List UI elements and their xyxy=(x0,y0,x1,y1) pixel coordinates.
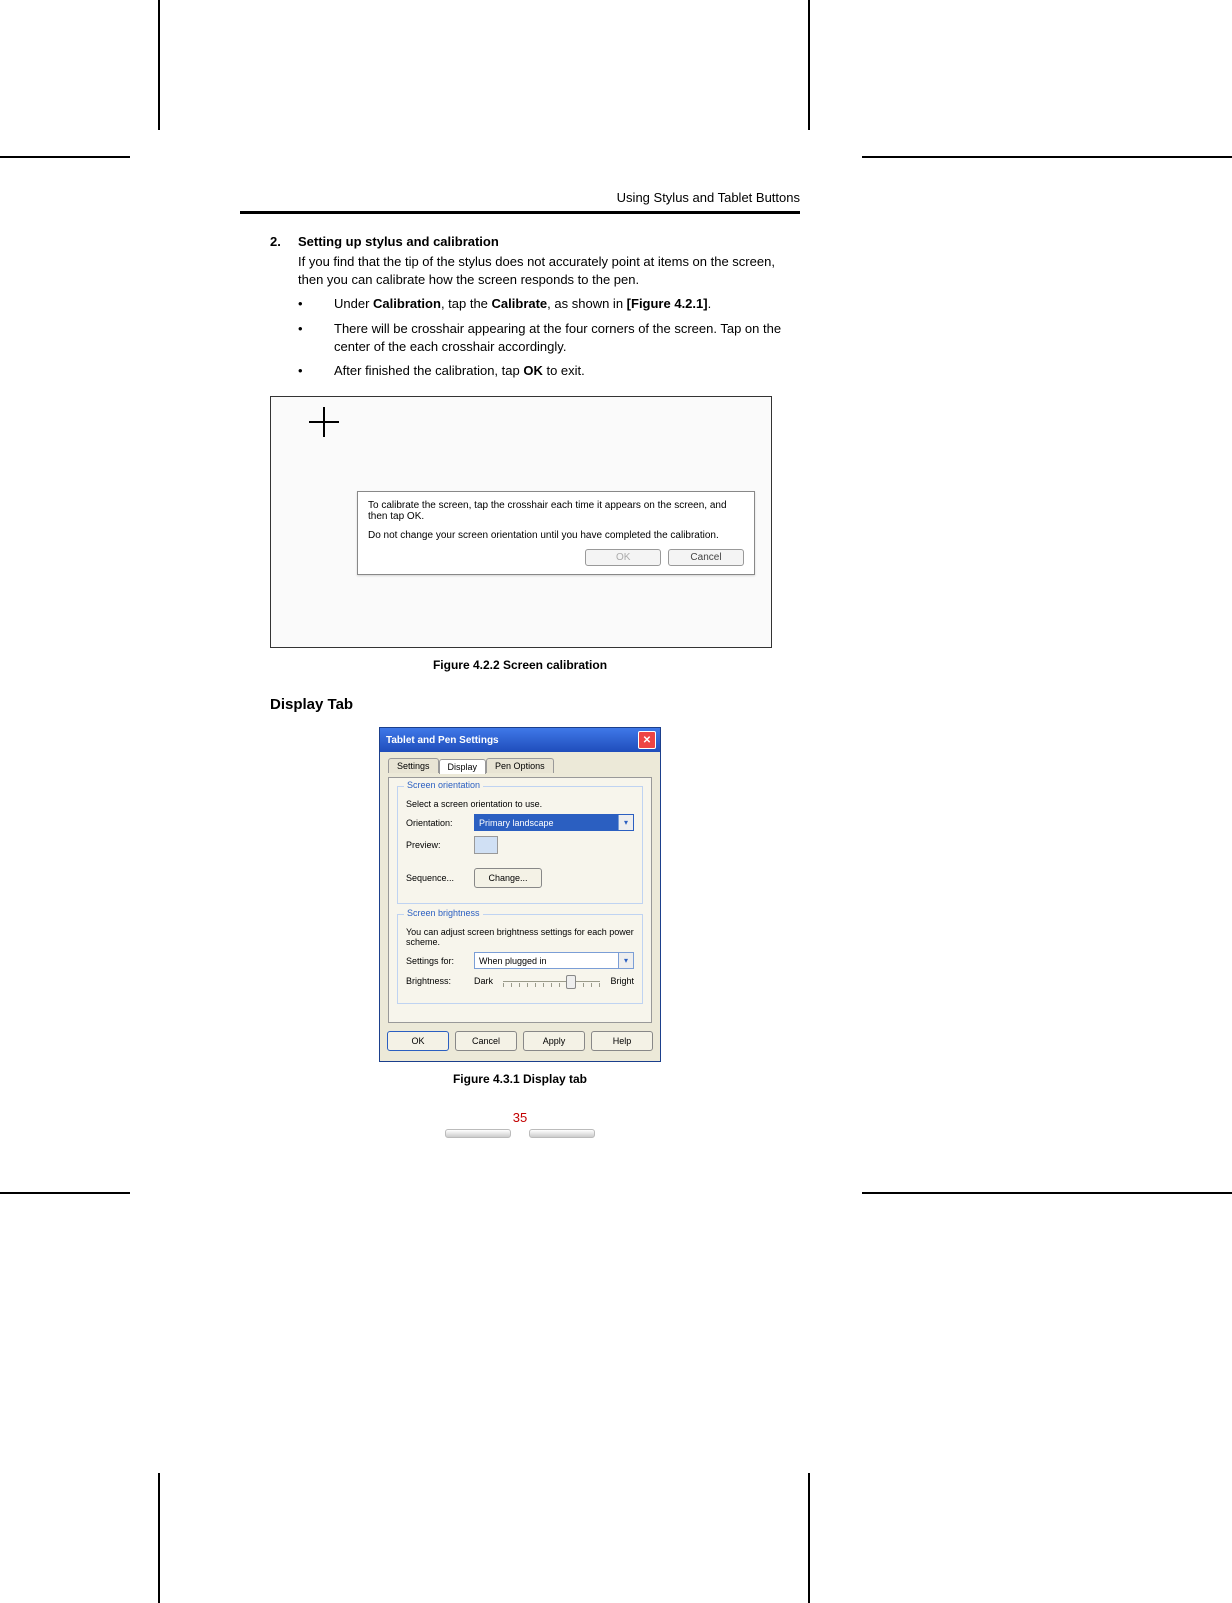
bold: OK xyxy=(523,363,543,378)
crop-mark xyxy=(862,156,1232,158)
page: Using Stylus and Tablet Buttons 2. Setti… xyxy=(0,0,1232,1603)
chevron-down-icon: ▾ xyxy=(618,815,633,830)
combo-value: When plugged in xyxy=(479,956,547,966)
preview-thumbnail xyxy=(474,836,498,854)
bullets: • Under Calibration, tap the Calibrate, … xyxy=(298,295,800,380)
dark-label: Dark xyxy=(474,976,493,986)
step-number: 2. xyxy=(270,234,298,249)
bullet-text: There will be crosshair appearing at the… xyxy=(334,320,800,356)
settings-for-label: Settings for: xyxy=(406,956,468,966)
bold: Calibration xyxy=(373,296,441,311)
help-button[interactable]: Help xyxy=(591,1031,653,1051)
ornament-icon xyxy=(445,1129,511,1138)
group-title: Screen orientation xyxy=(404,780,483,790)
crop-mark xyxy=(0,156,130,158)
text: , tap the xyxy=(441,296,492,311)
bullet-item: • Under Calibration, tap the Calibrate, … xyxy=(298,295,800,313)
figure-calibration-screen: To calibrate the screen, tap the crossha… xyxy=(270,396,772,648)
settings-for-combo[interactable]: When plugged in ▾ xyxy=(474,952,634,969)
bullet-icon: • xyxy=(298,295,334,313)
bullet-text: Under Calibration, tap the Calibrate, as… xyxy=(334,295,711,313)
slider-thumb[interactable] xyxy=(566,975,576,989)
bullet-item: • After finished the calibration, tap OK… xyxy=(298,362,800,380)
step-heading: 2. Setting up stylus and calibration xyxy=(270,234,800,249)
crop-mark xyxy=(158,1473,160,1603)
tab-settings[interactable]: Settings xyxy=(388,758,439,773)
orientation-label: Orientation: xyxy=(406,818,468,828)
figure-caption: Figure 4.3.1 Display tab xyxy=(240,1072,800,1086)
group-desc: You can adjust screen brightness setting… xyxy=(406,927,634,947)
step-title: Setting up stylus and calibration xyxy=(298,234,499,249)
text: Under xyxy=(334,296,373,311)
group-desc: Select a screen orientation to use. xyxy=(406,799,634,809)
ok-button[interactable]: OK xyxy=(387,1031,449,1051)
text: to exit. xyxy=(543,363,585,378)
bullet-item: • There will be crosshair appearing at t… xyxy=(298,320,800,356)
text: After finished the calibration, tap xyxy=(334,363,523,378)
group-screen-orientation: Screen orientation Select a screen orien… xyxy=(397,786,643,904)
tab-pen-options[interactable]: Pen Options xyxy=(486,758,554,773)
cancel-button[interactable]: Cancel xyxy=(668,549,744,566)
crop-mark xyxy=(808,0,810,130)
page-ornament xyxy=(240,1129,800,1138)
bullet-icon: • xyxy=(298,320,334,356)
dialog-titlebar: Tablet and Pen Settings ✕ xyxy=(380,728,660,752)
calibration-dialog: To calibrate the screen, tap the crossha… xyxy=(357,491,755,575)
page-number: 35 xyxy=(240,1110,800,1125)
orientation-combo[interactable]: Primary landscape ▾ xyxy=(474,814,634,831)
crop-mark xyxy=(808,1473,810,1603)
tabs: Settings Display Pen Options xyxy=(388,758,652,773)
change-button[interactable]: Change... xyxy=(474,868,542,888)
dialog-text: To calibrate the screen, tap the crossha… xyxy=(368,500,744,522)
group-screen-brightness: Screen brightness You can adjust screen … xyxy=(397,914,643,1004)
preview-label: Preview: xyxy=(406,840,468,850)
crop-mark xyxy=(158,0,160,130)
bright-label: Bright xyxy=(610,976,634,986)
group-title: Screen brightness xyxy=(404,908,483,918)
dialog-title: Tablet and Pen Settings xyxy=(386,735,499,746)
tab-display[interactable]: Display xyxy=(439,759,487,774)
bold: [Figure 4.2.1] xyxy=(627,296,708,311)
brightness-slider[interactable] xyxy=(503,974,600,988)
combo-value: Primary landscape xyxy=(479,818,554,828)
bullet-icon: • xyxy=(298,362,334,380)
document-area: Using Stylus and Tablet Buttons 2. Setti… xyxy=(240,190,800,1138)
crop-mark xyxy=(0,1192,130,1194)
crosshair-icon xyxy=(309,407,339,437)
dialog-buttons: OK Cancel Apply Help xyxy=(388,1023,652,1053)
cancel-button[interactable]: Cancel xyxy=(455,1031,517,1051)
brightness-label: Brightness: xyxy=(406,976,468,986)
chevron-down-icon: ▾ xyxy=(618,953,633,968)
tab-panel: Screen orientation Select a screen orien… xyxy=(388,777,652,1023)
tablet-pen-settings-dialog: Tablet and Pen Settings ✕ Settings Displ… xyxy=(379,727,661,1062)
bullet-text: After finished the calibration, tap OK t… xyxy=(334,362,585,380)
figure-caption: Figure 4.2.2 Screen calibration xyxy=(240,658,800,672)
sequence-label: Sequence... xyxy=(406,873,468,883)
ornament-icon xyxy=(529,1129,595,1138)
bold: Calibrate xyxy=(492,296,548,311)
ok-button[interactable]: OK xyxy=(585,549,661,566)
apply-button[interactable]: Apply xyxy=(523,1031,585,1051)
text: , as shown in xyxy=(547,296,627,311)
dialog-text: Do not change your screen orientation un… xyxy=(368,530,744,541)
text: . xyxy=(708,296,712,311)
step-section: 2. Setting up stylus and calibration If … xyxy=(270,234,800,380)
close-icon[interactable]: ✕ xyxy=(638,731,656,749)
step-intro: If you find that the tip of the stylus d… xyxy=(298,253,800,289)
section-header: Using Stylus and Tablet Buttons xyxy=(240,190,800,214)
display-tab-heading: Display Tab xyxy=(270,696,800,713)
crop-mark xyxy=(862,1192,1232,1194)
